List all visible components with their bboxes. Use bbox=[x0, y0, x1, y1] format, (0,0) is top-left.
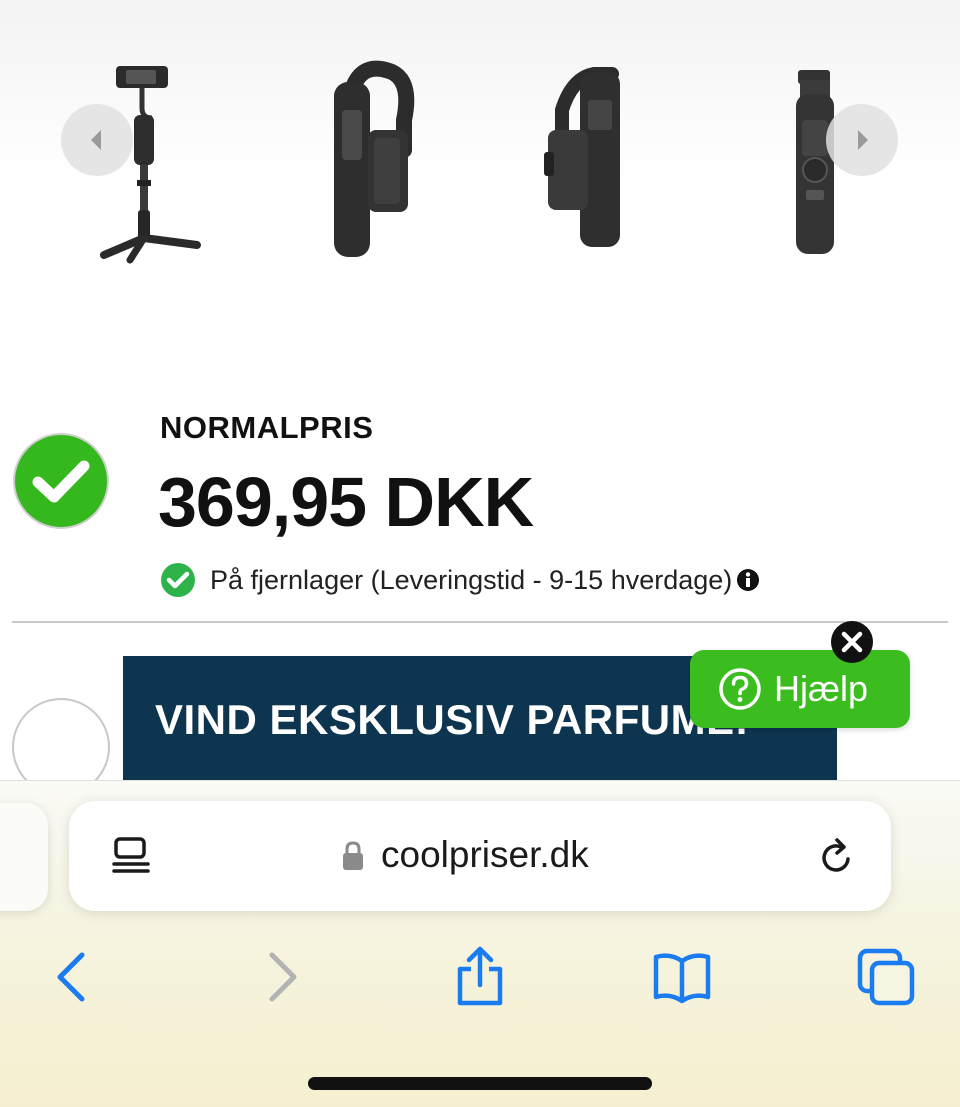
product-image-gimbal-back[interactable] bbox=[532, 60, 672, 265]
chevron-left-icon bbox=[57, 952, 85, 1002]
book-icon bbox=[653, 953, 711, 1004]
promo-banner-text: VIND EKSKLUSIV PARFUME! bbox=[155, 696, 750, 743]
help-button-label: Hjælp bbox=[774, 668, 869, 709]
share-icon bbox=[457, 946, 503, 1006]
product-image-gimbal-side[interactable] bbox=[312, 60, 452, 265]
product-gallery bbox=[0, 0, 960, 300]
home-indicator[interactable] bbox=[308, 1077, 652, 1090]
lock-icon bbox=[343, 841, 363, 870]
divider bbox=[12, 621, 948, 623]
page-menu-icon[interactable] bbox=[111, 836, 151, 878]
gallery-next-button[interactable] bbox=[826, 104, 898, 176]
back-button[interactable] bbox=[40, 945, 104, 1009]
chevron-right-icon bbox=[858, 130, 868, 150]
help-button[interactable]: Hjælp bbox=[690, 650, 910, 728]
close-help-icon[interactable] bbox=[830, 620, 874, 664]
previous-tab-preview[interactable] bbox=[0, 803, 48, 911]
bookmarks-button[interactable] bbox=[650, 945, 714, 1009]
stock-text: På fjernlager (Leveringstid - 9-15 hverd… bbox=[210, 564, 733, 595]
selected-check-icon[interactable] bbox=[12, 432, 110, 530]
question-circle-icon bbox=[719, 668, 761, 710]
share-button[interactable] bbox=[448, 945, 512, 1009]
browser-toolbar: coolpriser.dk bbox=[0, 780, 960, 1107]
product-price: 369,95 DKK bbox=[158, 463, 534, 541]
tabs-icon bbox=[857, 948, 915, 1006]
stock-status: På fjernlager (Leveringstid - 9-15 hverd… bbox=[160, 560, 760, 600]
tabs-button[interactable] bbox=[854, 945, 918, 1009]
address-bar[interactable]: coolpriser.dk bbox=[69, 801, 891, 911]
chevron-right-icon bbox=[269, 952, 297, 1002]
price-label: NORMALPRIS bbox=[160, 410, 374, 445]
info-icon[interactable] bbox=[736, 568, 760, 592]
in-stock-check-icon bbox=[161, 563, 195, 597]
forward-button[interactable] bbox=[250, 945, 314, 1009]
gallery-prev-button[interactable] bbox=[61, 104, 133, 176]
url-text: coolpriser.dk bbox=[381, 834, 589, 875]
reload-icon[interactable] bbox=[817, 837, 857, 877]
chevron-left-icon bbox=[91, 130, 101, 150]
